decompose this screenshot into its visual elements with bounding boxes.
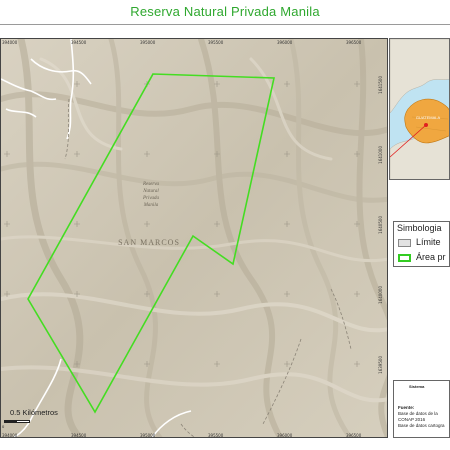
- y-tick-right-1: 1641500: [378, 76, 383, 94]
- x-tick-top-3: 395000: [140, 40, 156, 45]
- y-tick-right-4: 1640000: [378, 286, 383, 304]
- x-tick-top-6: 396500: [346, 40, 362, 45]
- x-tick-bottom-5: 396000: [277, 433, 293, 438]
- terrain-map: Reserva Natural Privada Manila SAN MARCO…: [1, 39, 387, 437]
- inset-graphic: GUATEMALA: [390, 39, 449, 179]
- title-divider: [0, 24, 450, 25]
- scale-bar: [4, 420, 30, 423]
- reserve-label-line-2: Natural: [142, 189, 159, 194]
- x-tick-top-1: 394000: [2, 40, 18, 45]
- sources-panel: Sistema Fuente: Base de datos de la CONA…: [393, 380, 450, 438]
- x-tick-bottom-2: 394500: [71, 433, 87, 438]
- legend-panel: Simbologia Límite Área pr: [393, 221, 450, 267]
- x-tick-bottom-1: 394000: [2, 433, 18, 438]
- source-line-1: Base de datos de la: [398, 411, 438, 416]
- x-tick-bottom-6: 396500: [346, 433, 362, 438]
- x-tick-top-5: 396000: [277, 40, 293, 45]
- region-label: SAN MARCOS: [118, 238, 180, 247]
- reserve-label-line-4: Manila: [143, 203, 159, 208]
- limit-swatch: [398, 239, 411, 247]
- x-tick-bottom-4: 395500: [208, 433, 224, 438]
- scale-label: 0.5 Kilómetros: [10, 408, 58, 417]
- legend-item-label: Área pr: [416, 252, 446, 262]
- source-line-3: Base de datos cartogra: [398, 423, 445, 428]
- x-tick-bottom-3: 395000: [140, 433, 156, 438]
- reserve-label-line-3: Privada: [142, 196, 160, 201]
- inset-country-label: GUATEMALA: [416, 115, 441, 120]
- legend-title: Simbologia: [397, 223, 442, 233]
- y-tick-right-3: 1640500: [378, 216, 383, 234]
- y-tick-right-2: 1641000: [378, 146, 383, 164]
- main-map[interactable]: Reserva Natural Privada Manila SAN MARCO…: [0, 38, 388, 438]
- sources-label: Fuente:: [398, 405, 415, 410]
- map-title: Reserva Natural Privada Manila: [130, 4, 320, 19]
- locator-inset-map[interactable]: GUATEMALA: [389, 38, 450, 180]
- scale-zero: 0: [2, 424, 5, 429]
- protected-area-swatch: [398, 254, 411, 262]
- reserve-label-line-1: Reserva: [142, 182, 160, 187]
- x-tick-top-2: 394500: [71, 40, 87, 45]
- y-tick-right-5: 1639500: [378, 356, 383, 374]
- sources-heading: Sistema: [409, 384, 425, 389]
- source-line-2: CONAP 2016: [398, 417, 426, 422]
- x-tick-top-4: 395500: [208, 40, 224, 45]
- legend-item-label: Límite: [416, 237, 441, 247]
